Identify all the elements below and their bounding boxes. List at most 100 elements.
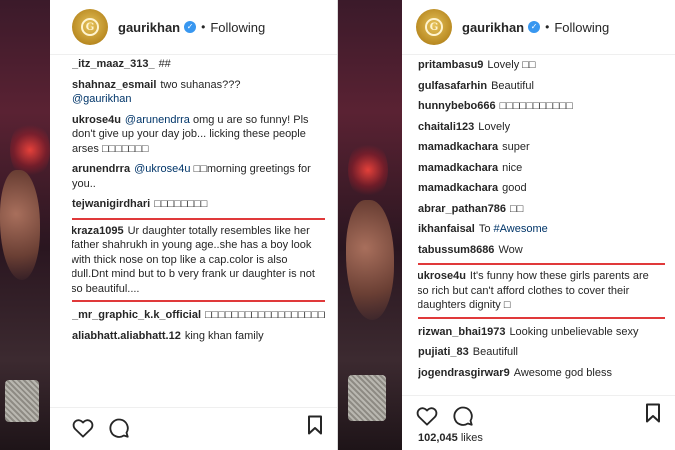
comment-username[interactable]: tejwanigirdhari	[72, 198, 150, 210]
following-button[interactable]: Following	[554, 20, 609, 35]
comment-text: nice	[502, 161, 523, 174]
comment-username[interactable]: ikhanfaisal	[418, 223, 475, 235]
comment-username[interactable]: hunnybebo666	[418, 100, 496, 112]
comment-list: pritambasu9 Lovely □□ gulfasafarhin Beauti…	[418, 56, 665, 390]
comment-username[interactable]: gulfasafarhin	[418, 80, 487, 92]
comment-item: mamadkachara super	[418, 140, 665, 155]
comment-text: Beautiful	[491, 79, 534, 92]
avatar[interactable]: G	[72, 9, 108, 45]
comment-username[interactable]: aliabhatt.aliabhatt.12	[72, 330, 181, 342]
comment-text: □□□□□□□□□□□	[499, 100, 573, 112]
comment-text: Lovely □□	[487, 59, 536, 71]
comment-item: mamadkachara good	[418, 181, 665, 196]
comment-item: jogendrasgirwar9 Awesome god bless	[418, 366, 665, 381]
likes-count[interactable]: 102,045 likes	[418, 432, 483, 444]
comment-username[interactable]: _itz_maaz_313_	[72, 58, 155, 70]
post-header: G gaurikhan ✓ • Following	[50, 0, 337, 55]
comment-text: super	[502, 141, 530, 153]
comment-item: shahnaz_esmail two suhanas??? @gaurikhan	[72, 78, 325, 107]
bookmark-icon[interactable]	[645, 403, 661, 428]
comment-mention[interactable]: @gaurikhan	[72, 93, 131, 105]
comment-username[interactable]: shahnaz_esmail	[72, 79, 156, 91]
avatar-logo: G	[425, 18, 443, 36]
comment-item: pujiati_83 Beautifull	[418, 345, 665, 360]
comment-item: ikhanfaisal To #Awesome	[418, 222, 665, 237]
photo-clutch	[348, 375, 386, 421]
photo-figure	[0, 170, 40, 280]
header-username[interactable]: gaurikhan	[118, 20, 180, 35]
comment-text: Wow	[498, 243, 523, 256]
header-separator: •	[201, 20, 206, 34]
highlighted-comment: kraza1095 Ur daughter totally resembles l…	[72, 217, 325, 302]
photo-light-glow	[348, 140, 388, 200]
comment-text: ##	[158, 58, 171, 70]
comments-panel-right: G gaurikhan ✓ • Following pritambasu9 Lov…	[402, 0, 675, 450]
comment-username[interactable]: chaitali123	[418, 121, 474, 133]
verified-badge-icon: ✓	[184, 21, 197, 33]
post-actions	[402, 395, 675, 435]
comment-username[interactable]: pujiati_83	[418, 346, 469, 358]
header-username[interactable]: gaurikhan	[462, 20, 524, 35]
photo-figure	[346, 200, 394, 320]
comment-item: aliabhatt.aliabhatt.12 king khan family	[72, 329, 325, 344]
comment-item: tejwanigirdhari □□□□□□□□	[72, 197, 325, 212]
comment-username[interactable]: jogendrasgirwar9	[418, 367, 510, 379]
comment-icon[interactable]	[452, 405, 474, 427]
comment-username[interactable]: arunendrra	[72, 163, 130, 175]
comment-item: chaitali123 Lovely	[418, 120, 665, 135]
comment-item: ukrose4u @arunendrra omg u are so funny! …	[72, 113, 325, 157]
comment-item: hunnybebo666 □□□□□□□□□□□	[418, 99, 665, 114]
comment-text: Looking unbelievable sexy	[509, 325, 639, 338]
comment-list: _itz_maaz_313_ ## shahnaz_esmail two suhan…	[72, 56, 325, 394]
comment-text: To	[478, 223, 491, 235]
highlighted-comment: ukrose4u It's funny how these girls paren…	[418, 263, 665, 319]
comment-username[interactable]: kraza1095	[72, 225, 124, 237]
comment-hashtag[interactable]: #Awesome	[494, 223, 548, 235]
comment-username[interactable]: ukrose4u	[418, 270, 466, 282]
comment-username[interactable]: mamadkachara	[418, 141, 498, 153]
comment-icon[interactable]	[108, 417, 130, 439]
comment-text: Awesome god bless	[513, 366, 612, 379]
comment-text: Lovely	[478, 120, 511, 133]
comment-text: good	[502, 182, 527, 194]
comment-text: Beautifull	[472, 346, 519, 358]
likes-number: 102,045	[418, 432, 458, 444]
comment-item: abrar_pathan786 □□	[418, 202, 665, 217]
likes-label: likes	[460, 432, 483, 444]
comment-username[interactable]: abrar_pathan786	[418, 203, 506, 215]
photo-clutch	[5, 380, 39, 422]
post-actions	[50, 407, 337, 447]
avatar[interactable]: G	[416, 9, 452, 45]
comment-text: two suhanas???	[160, 78, 241, 91]
post-photo-left	[0, 0, 50, 450]
comment-item: arunendrra @ukrose4u □□morning greetings …	[72, 162, 325, 191]
heart-icon[interactable]	[72, 418, 94, 438]
comment-username[interactable]: pritambasu9	[418, 59, 483, 71]
post-photo-right	[338, 0, 402, 450]
comment-item: rizwan_bhai1973 Looking unbelievable sexy	[418, 325, 665, 340]
comment-username[interactable]: rizwan_bhai1973	[418, 326, 505, 338]
post-header: G gaurikhan ✓ • Following	[402, 0, 675, 55]
bookmark-icon[interactable]	[307, 415, 323, 440]
verified-badge-icon: ✓	[528, 21, 541, 33]
comment-item: _itz_maaz_313_ ##	[72, 57, 325, 72]
heart-icon[interactable]	[416, 406, 438, 426]
comment-item: mamadkachara nice	[418, 161, 665, 176]
comment-item: pritambasu9 Lovely □□	[418, 58, 665, 73]
comment-text: □□□□□□□□□□□□□□□□□□□□□□□□□□□□□□□□□□□□□□□□…	[205, 309, 325, 321]
comment-username[interactable]: mamadkachara	[418, 162, 498, 174]
comment-username[interactable]: mamadkachara	[418, 182, 498, 194]
comment-text: □□□□□□□□	[154, 198, 208, 210]
comments-panel-left: G gaurikhan ✓ • Following _itz_maaz_313_…	[50, 0, 338, 450]
following-button[interactable]: Following	[210, 20, 265, 35]
comment-item: tabussum8686 Wow	[418, 243, 665, 258]
comment-username[interactable]: _mr_graphic_k.k_official	[72, 309, 201, 321]
comment-item: _mr_graphic_k.k_official □□□□□□□□□□□□□□□□…	[72, 308, 325, 323]
comment-mention[interactable]: @ukrose4u	[134, 163, 190, 175]
comment-username[interactable]: ukrose4u	[72, 114, 121, 126]
comment-item: gulfasafarhin Beautiful	[418, 79, 665, 94]
comment-username[interactable]: tabussum8686	[418, 244, 494, 256]
comment-text: □□	[510, 202, 524, 215]
avatar-logo: G	[81, 18, 99, 36]
comment-mention[interactable]: @arunendrra	[125, 114, 190, 126]
